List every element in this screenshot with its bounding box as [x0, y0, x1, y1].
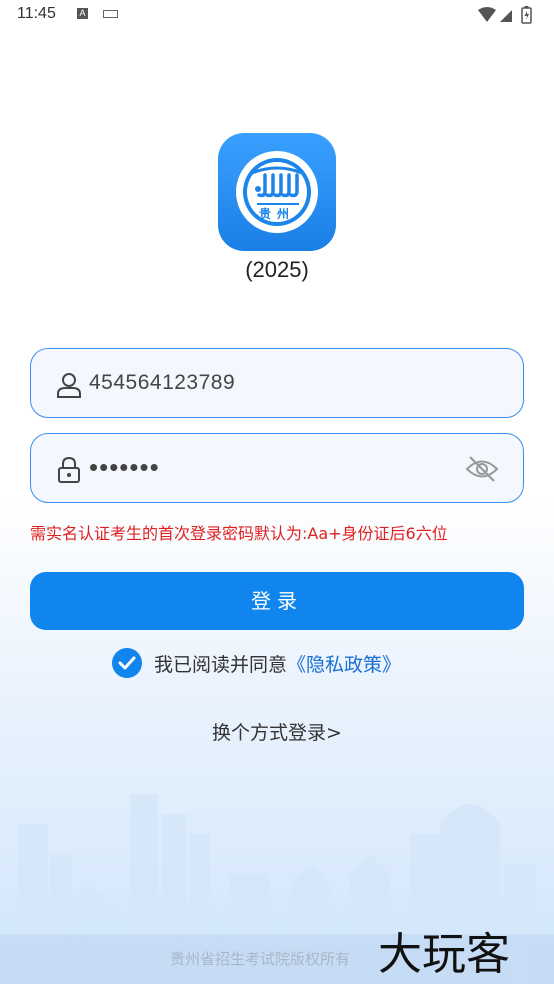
watermark-text: 大玩客 [378, 929, 510, 980]
status-time: 11:45 [17, 5, 56, 22]
copyright-text: 贵州省招生考试院版权所有 [170, 950, 351, 968]
lock-icon [58, 456, 80, 483]
status-icons [478, 6, 532, 24]
username-input[interactable]: 454564123789 [89, 371, 235, 395]
switch-login-method-link[interactable]: 换个方式登录> [0, 718, 554, 745]
accessibility-icon: A [77, 8, 88, 19]
login-button[interactable]: 登录 [30, 572, 524, 630]
status-bar: 11:45 A [0, 0, 554, 30]
user-icon [57, 373, 81, 398]
agreement-text: 我已阅读并同意《隐私政策》 [154, 650, 401, 677]
year-label: (2025) [245, 257, 309, 282]
signal-icon [500, 10, 512, 22]
eye-off-icon[interactable] [465, 454, 499, 484]
password-field[interactable]: ••••••• [30, 433, 524, 503]
username-field[interactable]: 454564123789 [30, 348, 524, 418]
wifi-icon [478, 7, 496, 22]
password-hint: 需实名认证考生的首次登录密码默认为:Aa+身份证后6六位 [30, 524, 448, 543]
password-input[interactable]: ••••••• [89, 452, 160, 483]
keyboard-icon [103, 10, 118, 18]
agree-checkbox[interactable] [112, 648, 142, 678]
logo-text: 贵州 [258, 207, 295, 221]
app-logo: 贵州 [218, 133, 336, 251]
checkmark-icon [118, 656, 136, 670]
privacy-policy-link[interactable]: 《隐私政策》 [287, 654, 401, 676]
agreement-prefix: 我已阅读并同意 [154, 654, 288, 676]
